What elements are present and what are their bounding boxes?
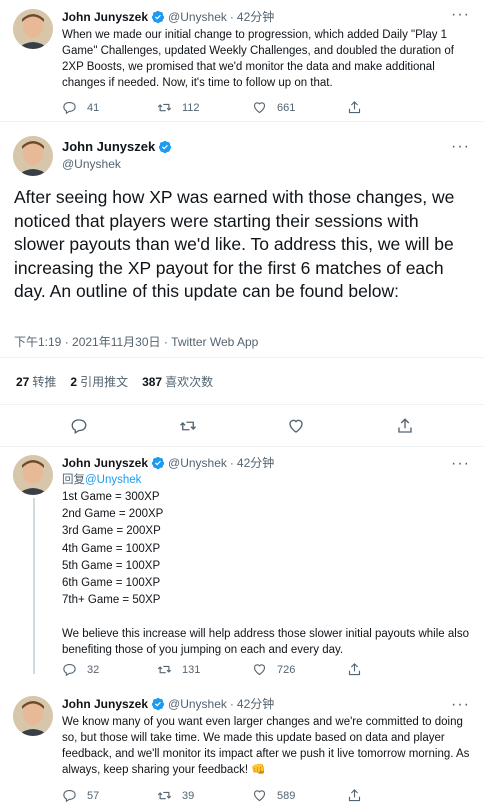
more-options-icon[interactable]: ···	[451, 696, 470, 714]
author-name[interactable]: John Junyszek	[62, 455, 148, 471]
reply-button[interactable]: 57	[62, 788, 157, 803]
xp-line: 3rd Game = 200XP	[62, 525, 161, 538]
retweet-button[interactable]: 112	[157, 100, 252, 115]
retweet-icon[interactable]	[179, 417, 197, 435]
reply-icon	[63, 101, 76, 115]
xp-line: 6th Game = 100XP	[62, 577, 161, 590]
tweet-stats: 27 转推 2 引用推文 387 喜欢次数	[0, 357, 484, 405]
separator-dot: ·	[229, 456, 234, 470]
reply-count: 32	[87, 663, 100, 676]
tweet-time[interactable]: 42分钟	[237, 455, 274, 471]
reply-icon[interactable]	[70, 417, 88, 435]
tweet-text: When we made our initial change to progr…	[62, 29, 454, 89]
reply-count: 57	[87, 789, 100, 802]
reply-icon	[63, 663, 76, 677]
author-handle[interactable]: @Unyshek	[168, 696, 227, 712]
retweet-button[interactable]: 39	[157, 788, 252, 803]
author-name[interactable]: John Junyszek	[62, 9, 148, 25]
verified-icon	[158, 140, 172, 154]
author-handle[interactable]: @Unyshek	[168, 9, 227, 25]
reply-handle-link[interactable]: @Unyshek	[85, 474, 141, 486]
more-options-icon[interactable]: ···	[451, 138, 470, 156]
xp-list: 1st Game = 300XP 2nd Game = 200XP 3rd Ga…	[62, 489, 472, 609]
xp-line: 1st Game = 300XP	[62, 491, 160, 503]
retweet-button[interactable]: 131	[157, 662, 252, 677]
verified-icon	[151, 697, 165, 711]
replying-to: 回复@Unyshek	[62, 474, 142, 486]
reply-count: 41	[87, 101, 100, 114]
heart-icon	[253, 102, 266, 114]
author-name[interactable]: John Junyszek	[62, 696, 148, 712]
retweet-stat[interactable]: 27 转推	[16, 373, 56, 390]
retweet-count: 112	[182, 101, 200, 114]
avatar[interactable]	[13, 455, 53, 495]
xp-line: 4th Game = 100XP	[62, 542, 161, 555]
main-tweet-text: After seeing how XP was earned with thos…	[14, 187, 455, 302]
tweet-text: We know many of you want even larger cha…	[62, 716, 470, 776]
like-count: 726	[277, 663, 296, 676]
tweet-header: John Junyszek @Unyshek · 42分钟	[62, 9, 472, 25]
tweet-time[interactable]: 42分钟	[237, 696, 274, 712]
author-handle[interactable]: @Unyshek	[62, 155, 472, 173]
xp-line: 7th+ Game = 50XP	[62, 594, 161, 607]
retweet-icon	[157, 791, 172, 800]
like-button[interactable]: 661	[252, 100, 347, 115]
quote-stat[interactable]: 2 引用推文	[70, 373, 128, 390]
share-icon	[348, 663, 361, 676]
share-icon	[348, 789, 361, 802]
tweet-text: We believe this increase will help addre…	[62, 628, 469, 657]
share-button[interactable]	[347, 100, 442, 115]
avatar[interactable]	[13, 9, 53, 49]
share-icon	[348, 101, 361, 114]
avatar[interactable]	[13, 696, 53, 736]
heart-icon	[253, 664, 266, 676]
like-count: 589	[277, 789, 296, 802]
xp-line: 5th Game = 100XP	[62, 559, 161, 572]
tweet-meta[interactable]: 下午1:19 · 2021年11月30日 · Twitter Web App	[14, 333, 258, 350]
reply-button[interactable]: 41	[62, 100, 157, 115]
like-stat[interactable]: 387 喜欢次数	[142, 373, 213, 390]
heart-icon	[253, 790, 266, 802]
reply-icon	[63, 789, 76, 803]
like-button[interactable]: 589	[252, 788, 347, 803]
tweet-time[interactable]: 42分钟	[237, 9, 274, 25]
more-options-icon[interactable]: ···	[451, 6, 470, 24]
reply-button[interactable]: 32	[62, 662, 157, 677]
verified-icon	[151, 456, 165, 470]
xp-line: 2nd Game = 200XP	[62, 508, 164, 521]
separator-dot: ·	[229, 10, 234, 24]
main-actions	[0, 405, 484, 447]
retweet-icon	[157, 665, 172, 674]
thread-line	[33, 498, 35, 674]
retweet-count: 131	[182, 663, 201, 676]
avatar[interactable]	[13, 136, 53, 176]
retweet-count: 39	[182, 789, 195, 802]
share-icon[interactable]	[396, 417, 414, 435]
like-count: 661	[277, 101, 296, 114]
author-name[interactable]: John Junyszek	[62, 138, 155, 155]
author-handle[interactable]: @Unyshek	[168, 455, 227, 471]
like-button[interactable]: 726	[252, 662, 347, 677]
more-options-icon[interactable]: ···	[451, 455, 470, 473]
heart-icon[interactable]	[287, 417, 305, 435]
verified-icon	[151, 10, 165, 24]
tweet-1[interactable]: John Junyszek @Unyshek · 42分钟 When we ma…	[0, 0, 484, 122]
share-button[interactable]	[347, 788, 442, 803]
separator-dot: ·	[229, 697, 234, 711]
share-button[interactable]	[347, 662, 442, 677]
retweet-icon	[157, 103, 172, 112]
